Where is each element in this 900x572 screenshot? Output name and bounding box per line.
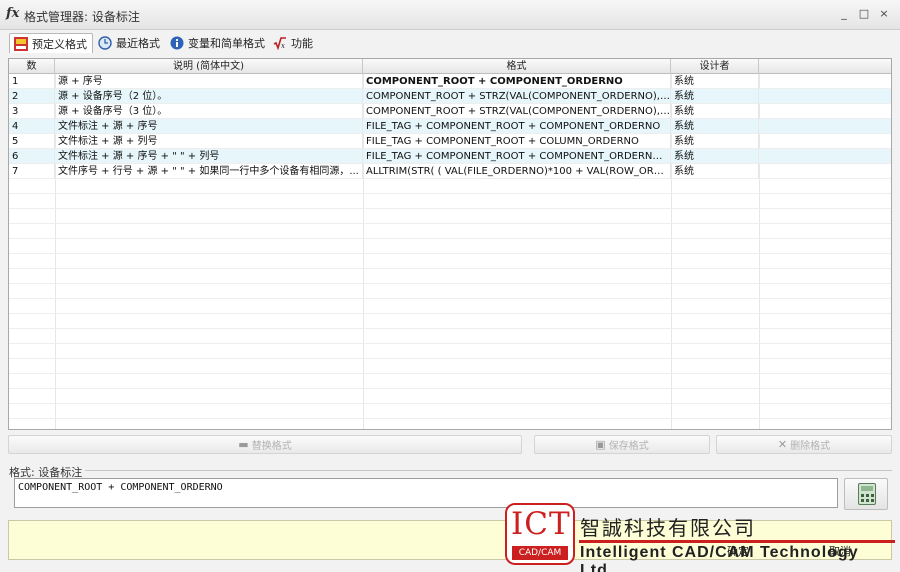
format-table[interactable]: 数 说明 (简体中文) 格式 设计者 1 源 + 序号 COMPONENT_RO… xyxy=(8,58,892,430)
empty-row xyxy=(9,194,891,209)
empty-row xyxy=(9,344,891,359)
recent-clock-icon xyxy=(98,36,112,50)
company-name-chinese: 智誠科技有限公司 xyxy=(580,516,756,540)
empty-row xyxy=(9,374,891,389)
cell-number: 6 xyxy=(9,149,55,164)
table-row[interactable]: 1 源 + 序号 COMPONENT_ROOT + COMPONENT_ORDE… xyxy=(9,74,891,89)
column-header-format[interactable]: 格式 xyxy=(363,59,671,74)
cell-number: 3 xyxy=(9,104,55,119)
info-icon xyxy=(170,36,184,50)
ict-logo-box: ICT CAD/CAM xyxy=(505,503,575,565)
save-format-label: 保存格式 xyxy=(608,441,649,452)
column-header-designer[interactable]: 设计者 xyxy=(671,59,759,74)
company-logo-watermark: ICT CAD/CAM 智誠科技有限公司 Intelligent CAD/CAM… xyxy=(505,503,895,572)
tab-variables-simple-formats[interactable]: 变量和简单格式 xyxy=(166,33,269,53)
cell-format: FILE_TAG + COMPONENT_ROOT + COMPONENT_OR… xyxy=(363,149,671,164)
cell-format: COMPONENT_ROOT + STRZ(VAL(COMPONENT_ORDE… xyxy=(363,89,671,104)
table-row[interactable]: 5 文件标注 + 源 + 列号 FILE_TAG + COMPONENT_ROO… xyxy=(9,134,891,149)
tab-label: 预定义格式 xyxy=(32,37,87,51)
cell-number: 5 xyxy=(9,134,55,149)
cell-number: 7 xyxy=(9,164,55,179)
cell-designer: 系统 xyxy=(671,104,759,119)
cell-description: 文件标注 + 源 + 序号 + " " + 列号 xyxy=(55,149,363,164)
tab-recent-formats[interactable]: 最近格式 xyxy=(94,33,164,53)
save-format-button[interactable]: ▣ 保存格式 xyxy=(534,435,710,454)
cell-description: 文件标注 + 源 + 序号 xyxy=(55,119,363,134)
company-name-english: Intelligent CAD/CAM Technology Ltd. xyxy=(580,544,859,572)
cell-description: 文件序号 + 行号 + 源 + " " + 如果同一行中多个设备有相同源，... xyxy=(55,164,363,179)
cell-description: 源 + 序号 xyxy=(55,74,363,89)
cell-designer: 系统 xyxy=(671,119,759,134)
cell-designer: 系统 xyxy=(671,74,759,89)
tab-bar: 预定义格式 最近格式 变量和简单格式 x 功能 xyxy=(0,30,900,56)
delete-x-icon: ✕ xyxy=(777,438,788,451)
ict-logo-text: ICT xyxy=(511,506,571,542)
empty-row xyxy=(9,254,891,269)
cell-format: FILE_TAG + COMPONENT_ROOT + COMPONENT_OR… xyxy=(363,119,671,134)
tab-predefined-format[interactable]: 预定义格式 xyxy=(9,33,93,53)
function-sqrt-icon: x xyxy=(273,36,287,51)
cell-format: FILE_TAG + COMPONENT_ROOT + COLUMN_ORDER… xyxy=(363,134,671,149)
tab-functions[interactable]: x 功能 xyxy=(269,33,317,53)
close-button[interactable]: × xyxy=(876,6,892,22)
maximize-button[interactable]: □ xyxy=(856,6,872,22)
empty-row xyxy=(9,224,891,239)
cell-designer: 系统 xyxy=(671,149,759,164)
svg-text:x: x xyxy=(281,42,285,50)
cell-format: COMPONENT_ROOT + COMPONENT_ORDERNO xyxy=(363,74,671,89)
empty-row xyxy=(9,284,891,299)
cell-number: 2 xyxy=(9,89,55,104)
replace-icon: ▬ xyxy=(238,438,249,451)
table-row[interactable]: 6 文件标注 + 源 + 序号 + " " + 列号 FILE_TAG + CO… xyxy=(9,149,891,164)
empty-row xyxy=(9,329,891,344)
replace-format-button[interactable]: ▬ 替换格式 xyxy=(8,435,522,454)
predefined-format-icon xyxy=(14,36,28,51)
table-header: 数 说明 (简体中文) 格式 设计者 xyxy=(9,59,891,74)
cadcam-logo-label: CAD/CAM xyxy=(512,546,568,560)
table-row[interactable]: 2 源 + 设备序号（2 位）。 COMPONENT_ROOT + STRZ(V… xyxy=(9,89,891,104)
cell-designer: 系统 xyxy=(671,89,759,104)
empty-row xyxy=(9,179,891,194)
save-disk-icon: ▣ xyxy=(595,438,606,451)
window-title: 格式管理器: 设备标注 xyxy=(24,10,140,24)
empty-row xyxy=(9,269,891,284)
tab-label: 最近格式 xyxy=(116,37,160,50)
tab-label: 功能 xyxy=(291,37,313,50)
cell-designer: 系统 xyxy=(671,164,759,179)
empty-row xyxy=(9,239,891,254)
cell-designer: 系统 xyxy=(671,134,759,149)
cell-description: 文件标注 + 源 + 列号 xyxy=(55,134,363,149)
table-row[interactable]: 4 文件标注 + 源 + 序号 FILE_TAG + COMPONENT_ROO… xyxy=(9,119,891,134)
replace-format-label: 替换格式 xyxy=(251,441,292,452)
empty-row xyxy=(9,389,891,404)
empty-row xyxy=(9,314,891,329)
cell-format: ALLTRIM(STR( ( VAL(FILE_ORDERNO)*100 + V… xyxy=(363,164,671,179)
logo-underline xyxy=(579,540,895,543)
delete-format-button[interactable]: ✕ 删除格式 xyxy=(716,435,892,454)
title-bar: fx 格式管理器: 设备标注 _ □ × xyxy=(0,0,900,30)
minimize-button[interactable]: _ xyxy=(836,6,852,22)
table-row[interactable]: 7 文件序号 + 行号 + 源 + " " + 如果同一行中多个设备有相同源，.… xyxy=(9,164,891,179)
column-header-description[interactable]: 说明 (简体中文) xyxy=(55,59,363,74)
empty-row xyxy=(9,209,891,224)
empty-row xyxy=(9,404,891,419)
cell-format: COMPONENT_ROOT + STRZ(VAL(COMPONENT_ORDE… xyxy=(363,104,671,119)
empty-row xyxy=(9,359,891,374)
cell-description: 源 + 设备序号（3 位）。 xyxy=(55,104,363,119)
fx-icon: fx xyxy=(6,6,20,21)
delete-format-label: 删除格式 xyxy=(790,441,831,452)
column-header-number[interactable]: 数 xyxy=(9,59,55,74)
calculator-icon xyxy=(858,483,876,505)
cell-number: 4 xyxy=(9,119,55,134)
table-row[interactable]: 3 源 + 设备序号（3 位）。 COMPONENT_ROOT + STRZ(V… xyxy=(9,104,891,119)
empty-row xyxy=(9,299,891,314)
cell-description: 源 + 设备序号（2 位）。 xyxy=(55,89,363,104)
cell-number: 1 xyxy=(9,74,55,89)
tab-label: 变量和简单格式 xyxy=(188,37,265,50)
